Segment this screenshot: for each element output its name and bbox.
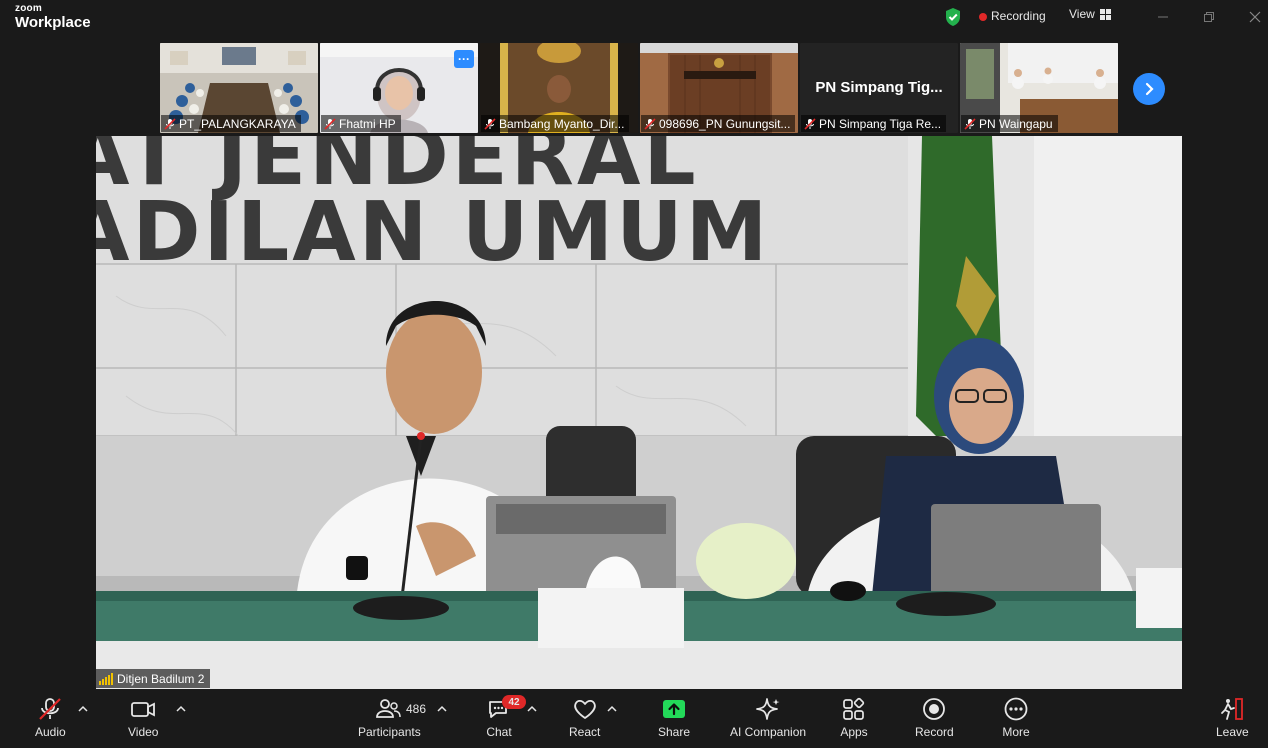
recording-status[interactable]: Recording	[991, 9, 1046, 23]
participant-nameplate: 098696_PN Gunungsit...	[641, 115, 796, 132]
mic-muted-icon	[164, 117, 176, 130]
participant-nameplate: Bambang Myanto_Dir...	[481, 115, 630, 132]
ai-companion-label: AI Companion	[730, 725, 807, 739]
brand-name: Workplace	[15, 14, 91, 31]
speaker-name: Ditjen Badilum 2	[117, 671, 205, 686]
video-options-caret-icon[interactable]	[176, 705, 186, 713]
mic-muted-icon	[324, 117, 336, 130]
ai-companion-button[interactable]: AI Companion	[730, 697, 806, 739]
participant-nameplate: PN Waingapu	[961, 115, 1058, 132]
minimize-icon	[1158, 16, 1168, 18]
apps-button[interactable]: Apps	[840, 697, 868, 739]
participant-display-name: PN Simpang Tig...	[815, 79, 943, 96]
more-label: More	[1002, 725, 1030, 739]
speaker-nameplate: Ditjen Badilum 2	[96, 669, 211, 688]
security-shield-icon[interactable]	[944, 7, 962, 27]
meeting-toolbar: Audio Video Participants 486 Chat 42 Rea…	[0, 689, 1268, 748]
app-logo: zoom Workplace	[15, 3, 91, 31]
mic-muted-icon	[484, 117, 496, 130]
view-button[interactable]: View	[1069, 7, 1111, 21]
restore-icon	[1204, 12, 1214, 22]
participant-tile[interactable]: Bambang Myanto_Dir...	[480, 43, 638, 133]
mic-muted-icon	[804, 117, 816, 130]
participant-name: 098696_PN Gunungsit...	[659, 116, 791, 131]
mic-muted-icon	[39, 698, 62, 720]
participant-name: PN Simpang Tiga Re...	[819, 116, 942, 131]
tile-more-button[interactable]: ···	[454, 50, 474, 68]
grid-icon	[1099, 8, 1111, 20]
participant-tile[interactable]: ··· Fhatmi HP	[320, 43, 478, 133]
audio-label: Audio	[35, 725, 66, 739]
participant-name: Fhatmi HP	[339, 116, 396, 131]
speaker-video-frame: AT JENDERAL ADILAN UMUM	[96, 136, 1182, 689]
record-button[interactable]: Record	[915, 697, 954, 739]
maximize-button[interactable]	[1198, 6, 1220, 28]
audio-options-caret-icon[interactable]	[78, 705, 88, 713]
participant-tile[interactable]: 098696_PN Gunungsit...	[640, 43, 798, 133]
leave-button[interactable]: Leave	[1216, 697, 1249, 739]
chat-options-caret-icon[interactable]	[527, 705, 537, 713]
react-options-caret-icon[interactable]	[607, 705, 617, 713]
recording-dot-icon	[979, 13, 987, 21]
participant-nameplate: Fhatmi HP	[321, 115, 401, 132]
next-page-button[interactable]	[1133, 73, 1165, 105]
participant-tile[interactable]: PN Waingapu	[960, 43, 1118, 133]
chevron-right-icon	[1145, 82, 1154, 96]
close-button[interactable]	[1244, 6, 1266, 28]
leave-door-icon	[1221, 698, 1244, 720]
record-label: Record	[915, 725, 954, 739]
connection-signal-icon	[99, 672, 113, 685]
more-dots-icon	[1004, 697, 1028, 721]
record-icon	[923, 698, 946, 720]
participants-count: 486	[406, 702, 427, 716]
participant-nameplate: PN Simpang Tiga Re...	[801, 115, 947, 132]
participant-name: PN Waingapu	[979, 116, 1053, 131]
sparkle-icon	[756, 698, 780, 720]
video-label: Video	[128, 725, 159, 739]
mic-muted-icon	[964, 117, 976, 130]
leave-label: Leave	[1216, 725, 1249, 739]
participant-name: Bambang Myanto_Dir...	[499, 116, 625, 131]
participant-tile[interactable]: PN Simpang Tig... PN Simpang Tiga Re...	[800, 43, 958, 133]
react-label: React	[569, 725, 601, 739]
title-bar: zoom Workplace Recording View	[0, 0, 1268, 36]
heart-icon	[573, 699, 596, 719]
react-button[interactable]: React	[569, 697, 600, 739]
chat-unread-badge: 42	[502, 695, 526, 709]
brand-small: zoom	[15, 3, 42, 14]
mic-muted-icon	[644, 117, 656, 130]
chat-label: Chat	[486, 725, 512, 739]
video-camera-icon	[131, 702, 156, 717]
share-screen-button[interactable]: Share	[658, 697, 690, 739]
view-label: View	[1069, 7, 1095, 21]
video-button[interactable]: Video	[128, 697, 158, 739]
share-screen-icon	[663, 700, 686, 718]
participant-nameplate: PT_PALANGKARAYA	[161, 115, 301, 132]
participant-strip: PT_PALANGKARAYA ··· Fhatmi HP Bambang My…	[0, 36, 1268, 136]
more-button[interactable]: More	[1002, 697, 1030, 739]
participant-tile[interactable]: PT_PALANGKARAYA	[160, 43, 318, 133]
minimize-button[interactable]	[1152, 6, 1174, 28]
apps-icon	[843, 697, 865, 720]
audio-button[interactable]: Audio	[35, 697, 66, 739]
participant-name: PT_PALANGKARAYA	[179, 116, 296, 131]
chat-button[interactable]: Chat 42	[486, 695, 526, 739]
main-speaker-video: AT JENDERAL ADILAN UMUM	[96, 136, 1182, 689]
participants-options-caret-icon[interactable]	[437, 705, 447, 713]
apps-label: Apps	[840, 725, 868, 739]
close-icon	[1249, 11, 1261, 23]
share-label: Share	[658, 725, 691, 739]
backdrop-text-line2: ADILAN UMUM	[96, 185, 770, 280]
participants-label: Participants	[358, 725, 421, 739]
